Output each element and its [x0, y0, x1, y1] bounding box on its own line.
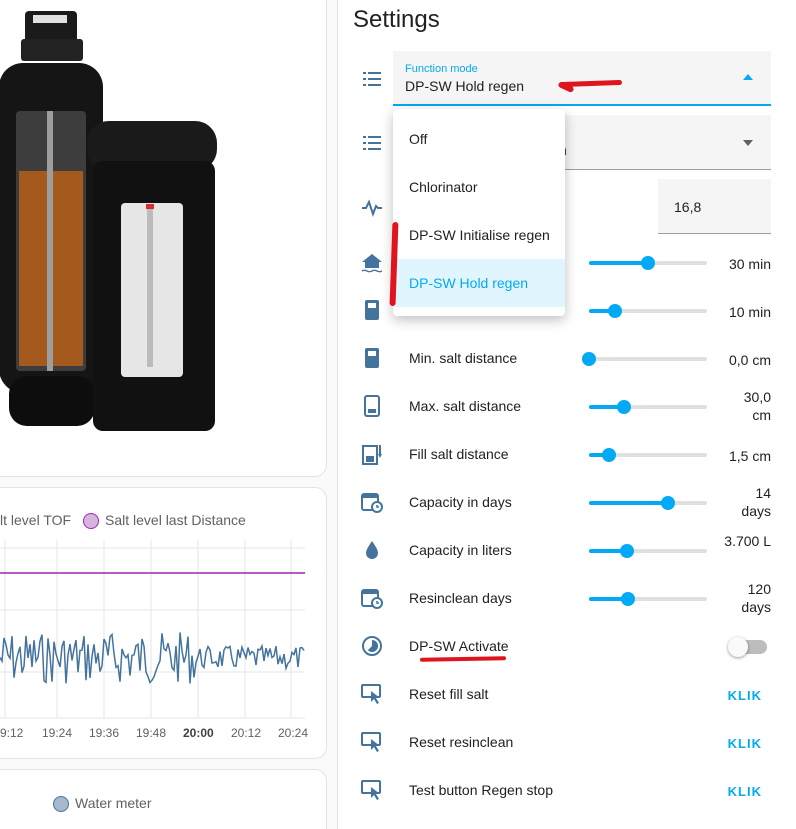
x-tick: 20:24 — [278, 726, 309, 740]
page-title: Settings — [353, 6, 440, 33]
toggle-knob[interactable] — [728, 637, 748, 657]
reset-fill-salt-button[interactable]: KLIK — [728, 688, 762, 703]
water-meter-card — [0, 769, 327, 829]
slider-thumb[interactable] — [607, 304, 622, 318]
slider-value: 14 days — [741, 485, 771, 519]
legend-water-meter[interactable]: Water meter — [75, 795, 152, 811]
button-row-label: Reset resinclean — [409, 734, 514, 750]
list-icon — [363, 136, 381, 150]
calendar-clock-icon — [361, 589, 383, 609]
button-row-label: Reset fill salt — [409, 686, 489, 702]
test-regen-stop-button[interactable]: KLIK — [728, 784, 762, 799]
slider-thumb[interactable] — [582, 352, 596, 366]
slider-value: 3.700 L — [724, 533, 771, 549]
x-tick: 19:48 — [136, 726, 167, 740]
row-label: Resinclean days — [409, 590, 512, 606]
home-flood-icon — [361, 254, 383, 273]
series-salt-level-line — [0, 632, 305, 684]
slider-value: 120 days — [741, 581, 771, 615]
legend-salt-level-tof[interactable]: lt level TOF — [0, 512, 71, 528]
legend-salt-level-last-distance[interactable]: Salt level last Distance — [105, 512, 246, 528]
row-label: Fill salt distance — [409, 446, 509, 462]
number-input-value: 16,8 — [674, 199, 702, 215]
slider-thumb[interactable] — [620, 592, 635, 606]
legend-dot-salt-distance — [83, 513, 99, 529]
slider-fill-salt-distance[interactable] — [589, 448, 707, 462]
gesture-tap-button-icon — [361, 780, 381, 800]
calendar-clock-icon — [361, 493, 383, 513]
slider-capacity-liters[interactable] — [589, 544, 707, 558]
option-dp-sw-initialise-regen[interactable]: DP-SW Initialise regen — [393, 211, 565, 259]
slider-value: 1,5 cm — [728, 448, 771, 464]
row-label: Max. salt distance — [409, 398, 522, 414]
reset-resinclean-button[interactable]: KLIK — [728, 736, 762, 751]
slider-value: 10 min — [728, 304, 771, 320]
function-mode-select[interactable]: Function mode DP-SW Hold regen — [393, 51, 771, 106]
number-input[interactable]: 16,8 — [658, 179, 771, 234]
pulse-icon — [362, 199, 382, 217]
timelapse-icon — [362, 636, 382, 656]
slider-max-salt-distance[interactable] — [589, 400, 707, 414]
gauge-icon — [365, 348, 379, 368]
slider-value: 30 min — [728, 256, 771, 272]
slider-thumb[interactable] — [641, 256, 655, 270]
chevron-down-icon — [743, 140, 753, 146]
slider-resinclean-days[interactable] — [589, 592, 707, 606]
slider-min-salt-distance[interactable] — [582, 352, 707, 366]
slider-regen-time-2[interactable] — [589, 304, 707, 318]
function-mode-value: DP-SW Hold regen — [405, 78, 525, 94]
fill-level-icon — [362, 445, 382, 465]
x-tick: 19:24 — [42, 726, 73, 740]
slider-thumb[interactable] — [619, 544, 634, 558]
slider-value: 30,0 cm — [743, 389, 771, 423]
x-tick: 19:36 — [89, 726, 120, 740]
gauge-icon — [365, 300, 379, 320]
salt-level-chart — [0, 540, 305, 719]
gesture-tap-button-icon — [361, 684, 381, 704]
slider-value: 0,0 cm — [728, 352, 771, 368]
toggle-label: DP-SW Activate — [409, 638, 509, 654]
slider-fill — [589, 261, 648, 265]
slider-thumb[interactable] — [661, 496, 676, 510]
option-dp-sw-hold-regen[interactable]: DP-SW Hold regen — [393, 259, 565, 307]
legend-dot-water-meter — [53, 796, 69, 812]
row-label: Capacity in days — [409, 494, 512, 510]
gauge-low-icon — [364, 395, 380, 417]
option-chlorinator[interactable]: Chlorinator — [393, 163, 565, 211]
list-icon — [363, 72, 381, 86]
function-mode-dropdown: Off Chlorinator DP-SW Initialise regen D… — [393, 109, 565, 316]
slider-thumb[interactable] — [602, 448, 617, 462]
function-mode-label: Function mode — [405, 63, 478, 75]
product-image-card — [0, 0, 327, 477]
slider-regen-time-1[interactable] — [589, 256, 707, 270]
option-off[interactable]: Off — [393, 115, 565, 163]
water-softener-image — [0, 11, 217, 431]
row-label: Capacity in liters — [409, 542, 512, 558]
x-tick: 20:12 — [231, 726, 262, 740]
x-tick: 20:00 — [183, 726, 214, 740]
slider-capacity-days[interactable] — [589, 496, 707, 510]
x-tick: 9:12 — [0, 726, 24, 740]
gesture-tap-button-icon — [361, 732, 381, 752]
chevron-up-icon — [743, 74, 753, 80]
button-row-label: Test button Regen stop — [409, 782, 553, 798]
water-drop-icon — [366, 541, 378, 559]
row-label: Min. salt distance — [409, 350, 518, 366]
slider-fill — [589, 501, 669, 505]
